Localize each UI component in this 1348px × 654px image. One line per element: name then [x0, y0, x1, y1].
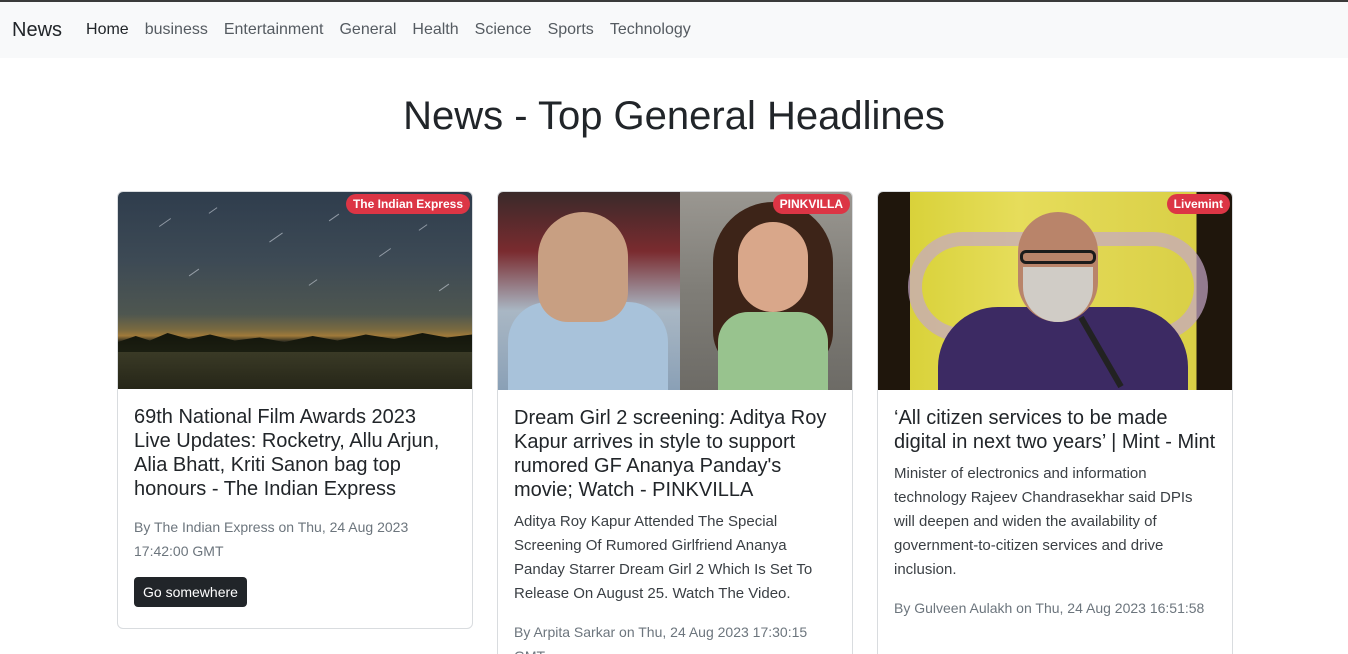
card-meta: By The Indian Express on Thu, 24 Aug 202…: [134, 519, 409, 559]
nav-entertainment[interactable]: Entertainment: [216, 21, 332, 39]
nav-general[interactable]: General: [331, 21, 404, 39]
card-meta: By Arpita Sarkar on Thu, 24 Aug 2023 17:…: [514, 624, 808, 654]
nav-science[interactable]: Science: [467, 21, 540, 39]
nav-business[interactable]: business: [137, 21, 216, 39]
card-description: Minister of electronics and information …: [894, 465, 1193, 578]
news-card: Livemint ‘All citizen services to be mad…: [877, 191, 1233, 654]
nav-health[interactable]: Health: [404, 21, 466, 39]
source-badge: PINKVILLA: [772, 194, 850, 214]
news-card: The Indian Express 69th National Film Aw…: [117, 191, 473, 629]
card-meta: By Gulveen Aulakh on Thu, 24 Aug 2023 16…: [894, 600, 1205, 616]
card-title: ‘All citizen services to be made digital…: [894, 407, 1216, 453]
source-badge: Livemint: [1166, 194, 1230, 214]
nav-home[interactable]: Home: [78, 21, 137, 39]
card-image: The Indian Express: [118, 192, 472, 389]
go-somewhere-button[interactable]: Go somewhere: [134, 577, 247, 607]
nav-sports[interactable]: Sports: [540, 21, 602, 39]
card-image: PINKVILLA: [498, 192, 852, 390]
source-badge: The Indian Express: [345, 194, 470, 214]
navbar-brand[interactable]: News: [12, 19, 62, 42]
nav-technology[interactable]: Technology: [602, 21, 699, 39]
card-title: Dream Girl 2 screening: Aditya Roy Kapur…: [514, 407, 827, 501]
card-description: Aditya Roy Kapur Attended The Special Sc…: [514, 513, 813, 602]
navbar: News Home business Entertainment General…: [0, 2, 1348, 58]
card-image: Livemint: [878, 192, 1232, 390]
news-card: PINKVILLA Dream Girl 2 screening: Aditya…: [497, 191, 853, 654]
page-title: News - Top General Headlines: [403, 94, 945, 138]
card-title: 69th National Film Awards 2023 Live Upda…: [134, 406, 440, 500]
